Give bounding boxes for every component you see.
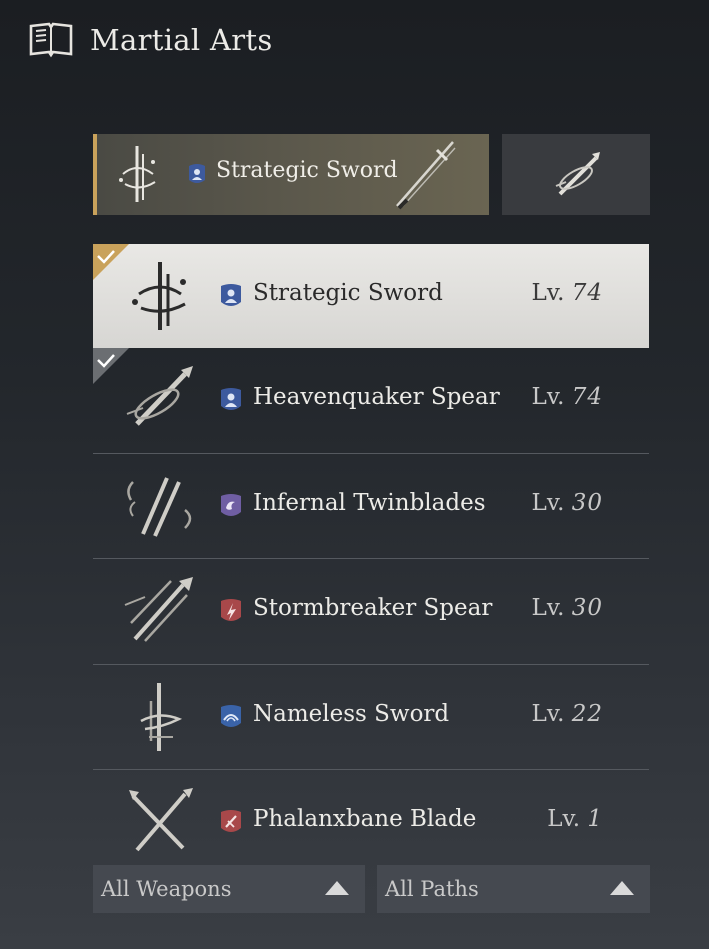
martial-art-level: Lv. 22 — [531, 700, 603, 727]
list-item-nameless-sword[interactable]: Nameless Sword Lv. 22 — [93, 665, 649, 770]
strategic-sword-emblem-icon — [132, 262, 186, 330]
blue-path-icon — [221, 388, 241, 410]
martial-art-level: Lv. 30 — [531, 595, 603, 621]
martial-art-level: Lv. 74 — [531, 384, 603, 410]
martial-art-level: Lv. 1 — [547, 806, 603, 832]
list-item-heavenquaker-spear[interactable]: Heavenquaker Spear Lv. 74 — [93, 348, 649, 454]
path-filter-label: All Paths — [385, 877, 479, 901]
martial-art-name: Infernal Twinblades — [253, 489, 486, 516]
path-filter-dropdown[interactable]: All Paths — [377, 865, 650, 913]
martial-art-level: Lv. 30 — [531, 489, 603, 516]
list-item-phalanxbane-blade[interactable]: Phalanxbane Blade Lv. 1 — [93, 770, 649, 876]
book-icon — [29, 22, 73, 58]
equipped-martial-art-name: Strategic Sword — [216, 158, 398, 183]
chevron-up-icon — [325, 881, 349, 895]
header: Martial Arts — [28, 18, 273, 62]
sword-icon — [396, 141, 456, 210]
martial-art-name: Nameless Sword — [253, 700, 450, 727]
martial-art-level: Lv. 74 — [531, 280, 603, 306]
weapon-filter-label: All Weapons — [101, 877, 232, 901]
crossed-blades-emblem-icon — [129, 788, 193, 852]
martial-art-skill-button[interactable] — [502, 134, 650, 215]
blue-path-icon — [189, 164, 205, 183]
chevron-up-icon — [610, 881, 634, 895]
red-path-icon — [221, 810, 241, 832]
martial-art-name: Stormbreaker Spear — [253, 595, 493, 621]
weapon-filter-dropdown[interactable]: All Weapons — [93, 865, 365, 913]
spear-emblem-icon — [555, 152, 600, 196]
martial-arts-list: Strategic Sword Lv. 74 Heavenquaker Spea… — [93, 244, 649, 876]
martial-art-name: Phalanxbane Blade — [253, 806, 477, 832]
nameless-sword-emblem-icon — [140, 682, 183, 751]
stormbreaker-spear-emblem-icon — [124, 577, 193, 642]
blue-path-icon — [221, 284, 241, 306]
martial-art-name: Strategic Sword — [253, 280, 443, 306]
list-item-strategic-sword[interactable]: Strategic Sword Lv. 74 — [93, 244, 649, 348]
list-item-stormbreaker-spear[interactable]: Stormbreaker Spear Lv. 30 — [93, 559, 649, 665]
red-path-icon — [221, 599, 241, 621]
list-item-infernal-twinblades[interactable]: Infernal Twinblades Lv. 30 — [93, 454, 649, 559]
purple-path-icon — [221, 493, 241, 516]
equipped-martial-art-slot[interactable]: Strategic Sword — [93, 134, 489, 215]
blue-wave-path-icon — [221, 704, 241, 727]
martial-art-name: Heavenquaker Spear — [253, 384, 500, 410]
page-title: Martial Arts — [90, 23, 273, 57]
spear-emblem-icon — [126, 366, 193, 426]
strategic-sword-emblem-icon — [119, 146, 156, 202]
twinblades-emblem-icon — [127, 476, 192, 537]
